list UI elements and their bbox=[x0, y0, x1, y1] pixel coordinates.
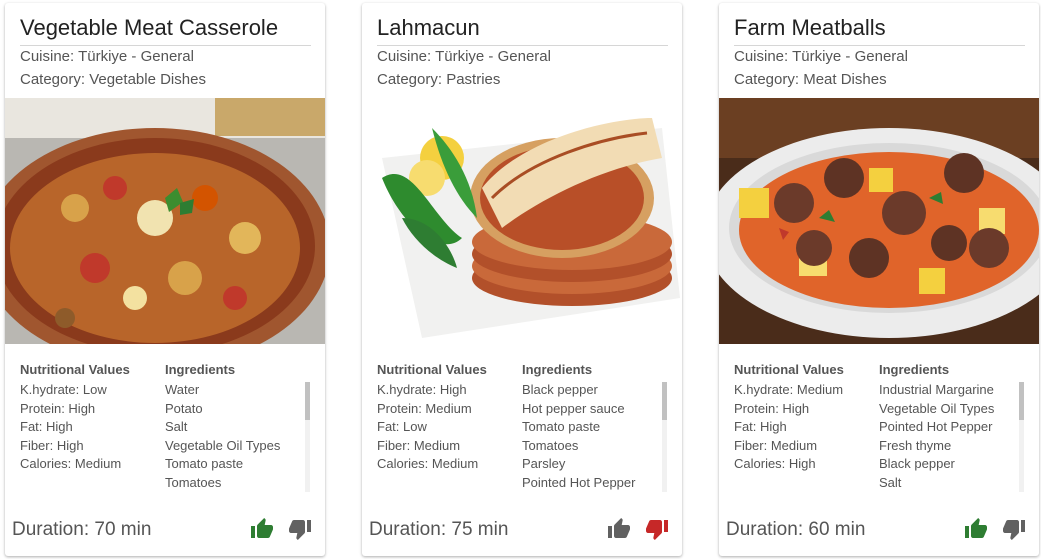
ingredient-item: Black pepper bbox=[879, 456, 955, 472]
recipe-duration: Duration: 60 min bbox=[726, 519, 866, 540]
nutrition-column: Nutritional Values K.hydrate: Low Protei… bbox=[20, 362, 160, 474]
ingredient-item: Tomato paste bbox=[522, 419, 601, 435]
scrollbar-thumb[interactable] bbox=[1019, 382, 1024, 420]
dislike-button[interactable] bbox=[1002, 517, 1026, 541]
nutrition-item: Calories: High bbox=[734, 456, 816, 472]
thumbs-up-icon bbox=[608, 518, 630, 538]
nutrition-column: Nutritional Values K.hydrate: High Prote… bbox=[377, 362, 517, 474]
like-button[interactable] bbox=[250, 517, 274, 541]
recipe-card: Lahmacun Cuisine: Türkiye - General Cate… bbox=[362, 3, 682, 556]
thumbs-up-icon bbox=[251, 518, 273, 538]
recipe-photo[interactable] bbox=[5, 98, 325, 344]
ingredient-item: Fresh thyme bbox=[879, 437, 952, 453]
ingredient-item: Pointed Hot Pepper bbox=[879, 419, 993, 435]
recipe-category: Category: Pastries bbox=[377, 71, 501, 88]
nutrition-heading: Nutritional Values bbox=[377, 362, 487, 377]
recipe-cuisine: Cuisine: Türkiye - General bbox=[20, 48, 194, 65]
recipe-photo[interactable] bbox=[719, 98, 1039, 344]
recipe-title: Vegetable Meat Casserole bbox=[20, 15, 311, 46]
ingredient-item: Water bbox=[165, 382, 200, 397]
recipe-duration: Duration: 70 min bbox=[12, 519, 152, 540]
ingredient-item: Industrial Margarine bbox=[879, 382, 994, 397]
recipe-photo[interactable] bbox=[362, 98, 682, 344]
ingredient-item: Potato bbox=[165, 400, 203, 416]
recipe-details: Nutritional Values K.hydrate: High Prote… bbox=[377, 362, 672, 492]
ingredients-column: Ingredients Industrial Margarine Vegetab… bbox=[879, 362, 1029, 493]
nutrition-item: K.hydrate: High bbox=[377, 382, 467, 397]
ingredients-list[interactable]: Industrial Margarine Vegetable Oil Types… bbox=[879, 381, 1029, 493]
dislike-button[interactable] bbox=[645, 517, 669, 541]
ingredients-heading: Ingredients bbox=[165, 362, 236, 377]
nutrition-item: Fat: Low bbox=[377, 419, 427, 435]
ingredient-item: Salt bbox=[879, 474, 902, 490]
ingredient-item: Tomatoes bbox=[522, 437, 579, 453]
recipe-details: Nutritional Values K.hydrate: Low Protei… bbox=[20, 362, 315, 492]
recipe-card: Vegetable Meat Casserole Cuisine: Türkiy… bbox=[5, 3, 325, 556]
like-button[interactable] bbox=[964, 517, 988, 541]
ingredient-item: Hot pepper sauce bbox=[522, 400, 625, 416]
nutrition-item: Protein: High bbox=[20, 400, 96, 416]
recipe-category: Category: Vegetable Dishes bbox=[20, 71, 206, 88]
nutrition-item: K.hydrate: Low bbox=[20, 382, 107, 397]
ingredient-item: Tomato paste bbox=[165, 456, 244, 472]
nutrition-item: Protein: Medium bbox=[377, 400, 472, 416]
ingredients-heading: Ingredients bbox=[879, 362, 950, 377]
recipe-details: Nutritional Values K.hydrate: Medium Pro… bbox=[734, 362, 1029, 492]
thumbs-down-icon bbox=[646, 520, 668, 540]
ingredients-list[interactable]: Black pepper Hot pepper sauce Tomato pas… bbox=[522, 381, 672, 493]
ingredient-item: Black pepper bbox=[522, 382, 598, 397]
thumbs-up-icon bbox=[965, 518, 987, 538]
nutrition-item: Calories: Medium bbox=[377, 456, 479, 472]
ingredients-list[interactable]: Water Potato Salt Vegetable Oil Types To… bbox=[165, 381, 315, 493]
recipe-title: Farm Meatballs bbox=[734, 15, 1025, 46]
like-button[interactable] bbox=[607, 517, 631, 541]
nutrition-heading: Nutritional Values bbox=[734, 362, 844, 377]
ingredients-scrollbar[interactable] bbox=[305, 382, 310, 492]
ingredient-item: Salt bbox=[165, 419, 188, 435]
scrollbar-thumb[interactable] bbox=[662, 382, 667, 420]
thumbs-down-icon bbox=[1003, 520, 1025, 540]
nutrition-heading: Nutritional Values bbox=[20, 362, 130, 377]
recipe-category: Category: Meat Dishes bbox=[734, 71, 887, 88]
ingredient-item: Parsley bbox=[522, 456, 566, 472]
nutrition-item: Protein: High bbox=[734, 400, 810, 416]
nutrition-item: Fat: High bbox=[734, 419, 787, 435]
nutrition-item: Fiber: Medium bbox=[377, 437, 461, 453]
ingredient-item: Tomatoes bbox=[165, 474, 222, 490]
ingredient-item: Vegetable Oil Types bbox=[165, 437, 281, 453]
nutrition-item: Calories: Medium bbox=[20, 456, 122, 472]
nutrition-item: Fat: High bbox=[20, 419, 73, 435]
recipe-duration: Duration: 75 min bbox=[369, 519, 509, 540]
ingredient-item: Vegetable Oil Types bbox=[879, 400, 995, 416]
ingredients-heading: Ingredients bbox=[522, 362, 593, 377]
nutrition-item: K.hydrate: Medium bbox=[734, 382, 844, 397]
scrollbar-thumb[interactable] bbox=[305, 382, 310, 420]
dislike-button[interactable] bbox=[288, 517, 312, 541]
thumbs-down-icon bbox=[289, 520, 311, 540]
ingredient-item: Pointed Hot Pepper bbox=[522, 474, 636, 490]
ingredients-column: Ingredients Water Potato Salt Vegetable … bbox=[165, 362, 315, 493]
nutrition-column: Nutritional Values K.hydrate: Medium Pro… bbox=[734, 362, 874, 474]
recipe-cuisine: Cuisine: Türkiye - General bbox=[734, 48, 908, 65]
recipe-title: Lahmacun bbox=[377, 15, 668, 46]
ingredients-scrollbar[interactable] bbox=[1019, 382, 1024, 492]
nutrition-item: Fiber: Medium bbox=[734, 437, 818, 453]
ingredients-column: Ingredients Black pepper Hot pepper sauc… bbox=[522, 362, 672, 493]
recipe-card: Farm Meatballs Cuisine: Türkiye - Genera… bbox=[719, 3, 1039, 556]
nutrition-item: Fiber: High bbox=[20, 437, 84, 453]
ingredients-scrollbar[interactable] bbox=[662, 382, 667, 492]
recipe-cuisine: Cuisine: Türkiye - General bbox=[377, 48, 551, 65]
